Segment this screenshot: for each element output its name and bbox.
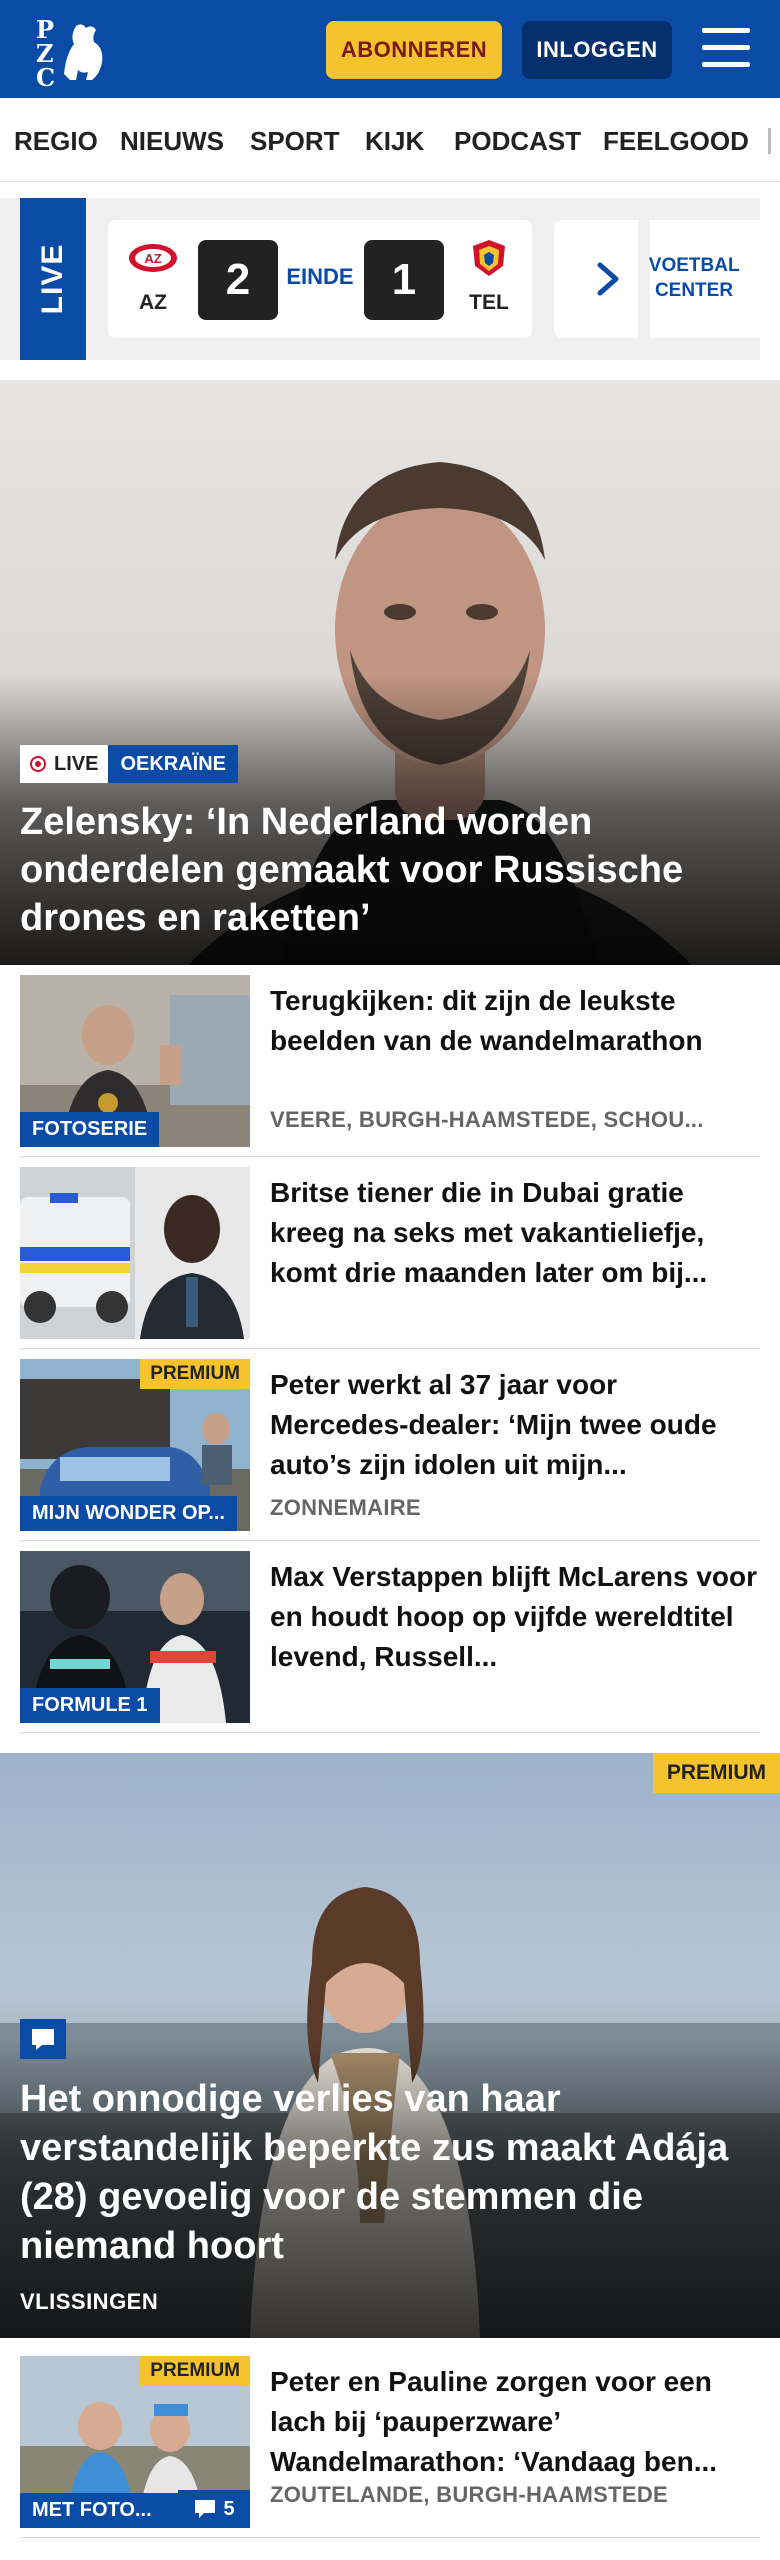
az-crest-icon: AZ (129, 244, 177, 272)
next-match-card: VOETBAL CENTER (554, 220, 760, 338)
hero-article[interactable]: LIVE OEKRAÏNE Zelensky: ‘In Nederland wo… (0, 380, 780, 965)
site-header: P Z C ABONNEREN INLOGGEN (0, 0, 780, 98)
article-title[interactable]: Britse tiener die in Dubai gratie kreeg … (270, 1173, 760, 1293)
premium-badge: PREMIUM (652, 1753, 780, 1793)
svg-text:AZ: AZ (144, 251, 161, 266)
article-title[interactable]: Peter en Pauline zorgen voor een lach bi… (270, 2362, 760, 2482)
away-team-abbr: TEL (469, 291, 509, 314)
nav-item-podcast[interactable]: PODCAST (454, 126, 581, 157)
telstar-crest-icon (473, 240, 505, 276)
article-card[interactable]: PREMIUM MET FOTO... 5 Peter en Pauline z… (20, 2346, 760, 2538)
nav-item-nieuws[interactable]: NIEUWS (120, 126, 224, 157)
live-tag-label: LIVE (54, 752, 99, 775)
article-card[interactable]: PREMIUM MIJN WONDER OP... Peter werkt al… (20, 1349, 760, 1541)
article-thumbnail (20, 1167, 250, 1339)
article-card[interactable]: FORMULE 1 Max Verstappen blijft McLarens… (20, 1541, 760, 1733)
hero-labels: LIVE OEKRAÏNE (20, 745, 239, 783)
article-thumbnail: FOTOSERIE (20, 975, 250, 1147)
nav-item-sport[interactable]: SPORT (250, 126, 340, 157)
hamburger-menu-icon[interactable] (700, 24, 752, 72)
pzc-logo[interactable]: P Z C (30, 14, 110, 88)
premium-badge: PREMIUM (140, 1359, 250, 1389)
svg-text:C: C (36, 63, 55, 88)
feature-location: VLISSINGEN (20, 2289, 159, 2314)
home-team: AZ AZ (118, 238, 188, 315)
match-card[interactable]: AZ AZ 2 EINDE 1 TEL (108, 220, 532, 338)
comment-count-badge[interactable]: 5 (178, 2490, 250, 2528)
subscribe-button[interactable]: ABONNEREN (326, 21, 502, 79)
thumb-tag: FOTOSERIE (20, 1112, 160, 1147)
home-score: 2 (198, 240, 278, 320)
home-team-abbr: AZ (139, 291, 167, 314)
away-team: TEL (454, 238, 524, 315)
article-location: VEERE, BURGH-HAAMSTEDE, SCHOU... (270, 1107, 704, 1132)
thumb-tag: FORMULE 1 (20, 1688, 160, 1723)
article-title[interactable]: Peter werkt al 37 jaar voor Mercedes-dea… (270, 1365, 760, 1485)
live-tag: LIVE (20, 745, 109, 783)
thumb-tag: MET FOTO... (20, 2493, 178, 2528)
nav-item-kijk[interactable]: KIJK (365, 126, 424, 157)
live-dot-icon (30, 756, 46, 772)
feature-title[interactable]: Het onnodige verlies van haar verstandel… (20, 2075, 760, 2271)
hero-title[interactable]: Zelensky: ‘In Nederland worden onderdele… (20, 798, 760, 942)
comment-icon (195, 2500, 216, 2518)
article-card[interactable]: FOTOSERIE Terugkijken: dit zijn de leuks… (20, 965, 760, 1157)
live-scores-strip: LIVE AZ AZ 2 EINDE 1 TEL VOETBAL CENTER (0, 198, 760, 360)
article-title[interactable]: Max Verstappen blijft McLarens voor en h… (270, 1557, 760, 1677)
main-nav: REGIO NIEUWS SPORT KIJK PODCAST FEELGOOD (0, 98, 780, 182)
match-status: EINDE (286, 264, 354, 289)
comment-count: 5 (223, 2497, 235, 2520)
away-score: 1 (364, 240, 444, 320)
feature-article[interactable]: PREMIUM Het onnodige verlies van haar ve… (0, 1753, 780, 2338)
category-tag: OEKRAÏNE (108, 745, 239, 783)
article-thumbnail: PREMIUM MIJN WONDER OP... (20, 1359, 250, 1531)
voetbal-center-link[interactable]: VOETBAL CENTER (638, 220, 740, 338)
article-card[interactable]: Britse tiener die in Dubai gratie kreeg … (20, 1157, 760, 1349)
nav-item-feelgood[interactable]: FEELGOOD (603, 126, 749, 157)
nav-item-regio[interactable]: REGIO (14, 126, 98, 157)
article-location: ZONNEMAIRE (270, 1495, 421, 1520)
premium-badge: PREMIUM (140, 2356, 250, 2386)
nav-overflow-divider (768, 128, 771, 154)
article-title[interactable]: Terugkijken: dit zijn de leukste beelden… (270, 981, 760, 1061)
thumb-tag: MIJN WONDER OP... (20, 1496, 237, 1531)
chevron-right-icon[interactable] (594, 262, 622, 296)
live-scores-badge: LIVE (20, 198, 86, 360)
article-location: ZOUTELANDE, BURGH-HAAMSTEDE (270, 2482, 668, 2507)
thumbnail-image (20, 1167, 250, 1339)
article-thumbnail: PREMIUM MET FOTO... 5 (20, 2356, 250, 2528)
article-thumbnail: FORMULE 1 (20, 1551, 250, 1723)
comment-icon (20, 2019, 66, 2059)
live-badge-label: LIVE (36, 243, 69, 315)
login-button[interactable]: INLOGGEN (522, 21, 672, 79)
